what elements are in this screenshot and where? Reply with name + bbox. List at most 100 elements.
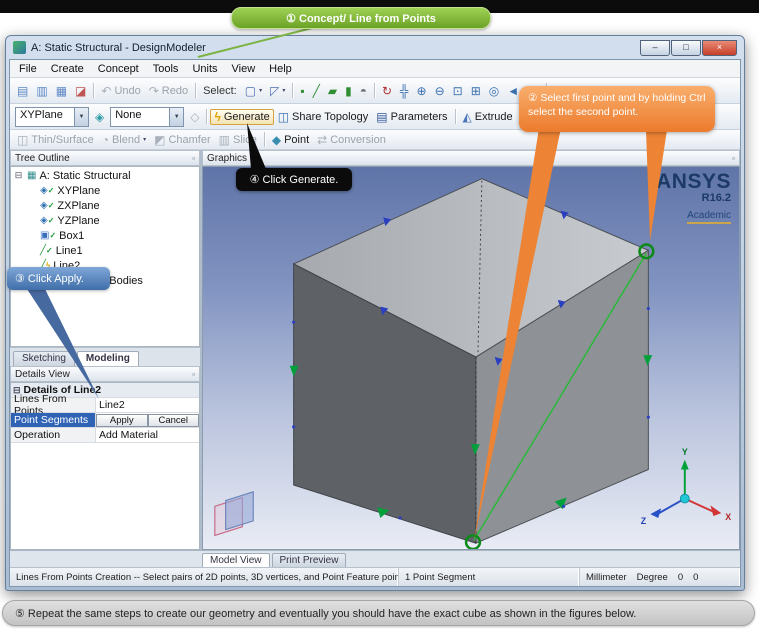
tree-item-zxplane[interactable]: ◈ ✓ ZXPlane [11, 198, 199, 213]
zoom-out-icon[interactable]: ⊖ [431, 83, 449, 99]
slice-button[interactable]: ▥ Slice [215, 132, 261, 148]
icon-glyph: ◄ [507, 85, 519, 97]
icon-glyph: ▮ [345, 85, 352, 97]
tutorial-page: A: Static Structural - DesignModeler – □… [0, 0, 759, 639]
tree-expander-icon[interactable]: ⊟ [13, 170, 24, 181]
selection-filter-dropdown[interactable]: ◸ ▾ [266, 83, 289, 99]
menu-units[interactable]: Units [185, 62, 224, 76]
status-unit: Millimeter [586, 572, 627, 583]
menu-file[interactable]: File [12, 62, 44, 76]
minimize-button[interactable]: – [640, 40, 670, 56]
detail-value[interactable]: Add Material [96, 428, 199, 442]
tree-item-label: ZXPlane [57, 200, 99, 212]
detail-label-selected[interactable]: Point Segments [11, 413, 96, 427]
dropdown-arrow-icon[interactable]: ▼ [169, 108, 183, 126]
sketch-dropdown[interactable]: None ▼ [110, 107, 184, 127]
toolbar-separator [195, 83, 196, 98]
blend-button[interactable]: ◔ Blend ▾ [98, 132, 150, 148]
zoom-fit-icon[interactable]: ⊞ [467, 83, 485, 99]
icon-glyph: ⇄ [317, 134, 327, 146]
3d-scene[interactable]: Y X Z [203, 167, 739, 549]
plane-dropdown[interactable]: XYPlane ▼ [15, 107, 89, 127]
tree-item-line1[interactable]: ╱ ✓ Line1 [11, 243, 199, 258]
cancel-button[interactable]: Cancel [148, 414, 200, 427]
client-area: FileCreateConceptToolsUnitsViewHelp ▤ ▥ … [9, 59, 741, 587]
dropdown-arrow-icon[interactable]: ▼ [74, 108, 88, 126]
magnifier-icon[interactable]: ◎ [485, 83, 503, 99]
menu-create[interactable]: Create [44, 62, 91, 76]
parameters-button[interactable]: ▤Parameters [372, 109, 451, 125]
icon-glyph: ⊖ [435, 85, 445, 97]
extend-selection-icon[interactable]: ◓ [356, 83, 371, 99]
new-plane-button[interactable]: ◈ [91, 109, 108, 125]
new-file-icon[interactable]: ▤ [13, 83, 32, 99]
title-bar[interactable]: A: Static Structural - DesignModeler – □… [9, 36, 741, 59]
status-check-icon: ✓ [48, 201, 55, 210]
extrude-icon: ◭ [463, 111, 472, 123]
pin-icon[interactable]: ▫ [732, 154, 735, 163]
icon-glyph: ↷ [149, 85, 159, 97]
tree-item-box1[interactable]: ▣ ✓ Box1 [11, 228, 199, 243]
generate-button[interactable]: ϟ Generate [210, 109, 273, 125]
callout-step3: ③ Click Apply. [7, 267, 110, 290]
filter-points-icon[interactable]: ▪ [296, 83, 308, 99]
thin-surface-button[interactable]: ◫ Thin/Surface [13, 132, 98, 148]
toolbar-separator [264, 132, 265, 147]
tree-outline: ⊟ ▦ A: Static Structural ◈ ✓ XYPlane [10, 166, 200, 347]
toolbar-separator [206, 109, 207, 124]
tree-item-label: Line1 [56, 245, 83, 257]
tab-sketching[interactable]: Sketching [13, 351, 75, 366]
icon-glyph: ⊡ [453, 85, 463, 97]
menu-help[interactable]: Help [262, 62, 299, 76]
share-topology-button[interactable]: ◫Share Topology [274, 109, 373, 125]
pin-icon[interactable]: ▫ [192, 370, 195, 379]
filter-bodies-icon[interactable]: ▮ [341, 83, 356, 99]
detail-value[interactable]: Line2 [96, 398, 199, 412]
pan-icon[interactable]: ╬ [396, 83, 413, 99]
extrude-button[interactable]: ◭Extrude [459, 109, 517, 125]
callout-step2: ② Select first point and by holding Ctrl… [519, 86, 715, 132]
save-icon[interactable]: ▦ [52, 83, 71, 99]
toolbar-separator [93, 83, 94, 98]
filter-faces-icon[interactable]: ▰ [324, 83, 341, 99]
export-icon[interactable]: ◪ [71, 83, 90, 99]
redo-button[interactable]: ↷ Redo [145, 83, 192, 99]
orientation-triad[interactable]: Y X Z [641, 447, 732, 526]
tree-item-label: Box1 [59, 230, 84, 242]
menu-tools[interactable]: Tools [146, 62, 186, 76]
tab-model-view[interactable]: Model View [202, 553, 270, 567]
close-button[interactable]: × [702, 40, 737, 56]
lightning-icon: ϟ [214, 111, 220, 123]
pin-icon[interactable]: ▫ [192, 154, 195, 163]
icon-glyph: ◫ [17, 134, 28, 146]
icon-glyph: ◸ [270, 85, 279, 97]
icon-glyph: ⊞ [471, 85, 481, 97]
icon-glyph: ▥ [36, 85, 47, 97]
menu-concept[interactable]: Concept [91, 62, 146, 76]
chamfer-button[interactable]: ◩ Chamfer [150, 132, 215, 148]
apply-button[interactable]: Apply [96, 414, 148, 427]
new-sketch-button[interactable]: ◇ [186, 109, 203, 125]
box-zoom-icon[interactable]: ⊡ [449, 83, 467, 99]
rotate-view-icon[interactable]: ↻ [378, 83, 396, 99]
plane-indicator-icon [215, 492, 253, 536]
filter-edges-icon[interactable]: ╱ [309, 83, 324, 99]
tools-toolbar: ◫ Thin/Surface ◔ Blend ▾ ◩ Chamfer ▥ Sli… [10, 130, 740, 150]
app-icon [13, 41, 26, 54]
triad-x-label: X [725, 512, 731, 522]
tab-modeling[interactable]: Modeling [77, 351, 139, 366]
undo-button[interactable]: ↶ Undo [97, 83, 144, 99]
tree-item-yzplane[interactable]: ◈ ✓ YZPlane [11, 213, 199, 228]
graphics-canvas[interactable]: Y X Z ANSYS R1 [202, 166, 740, 550]
select-mode-dropdown[interactable]: ▢ ▾ [241, 83, 266, 99]
tree-item-xyplane[interactable]: ◈ ✓ XYPlane [11, 183, 199, 198]
tab-print-preview[interactable]: Print Preview [272, 553, 347, 567]
menu-view[interactable]: View [225, 62, 263, 76]
tree-item-root[interactable]: ⊟ ▦ A: Static Structural [11, 168, 199, 183]
open-file-icon[interactable]: ▥ [32, 83, 51, 99]
cube-model[interactable] [294, 179, 649, 544]
maximize-button[interactable]: □ [671, 40, 701, 56]
zoom-in-icon[interactable]: ⊕ [413, 83, 431, 99]
point-button[interactable]: ◆ Point [268, 132, 313, 148]
conversion-button[interactable]: ⇄ Conversion [313, 132, 390, 148]
